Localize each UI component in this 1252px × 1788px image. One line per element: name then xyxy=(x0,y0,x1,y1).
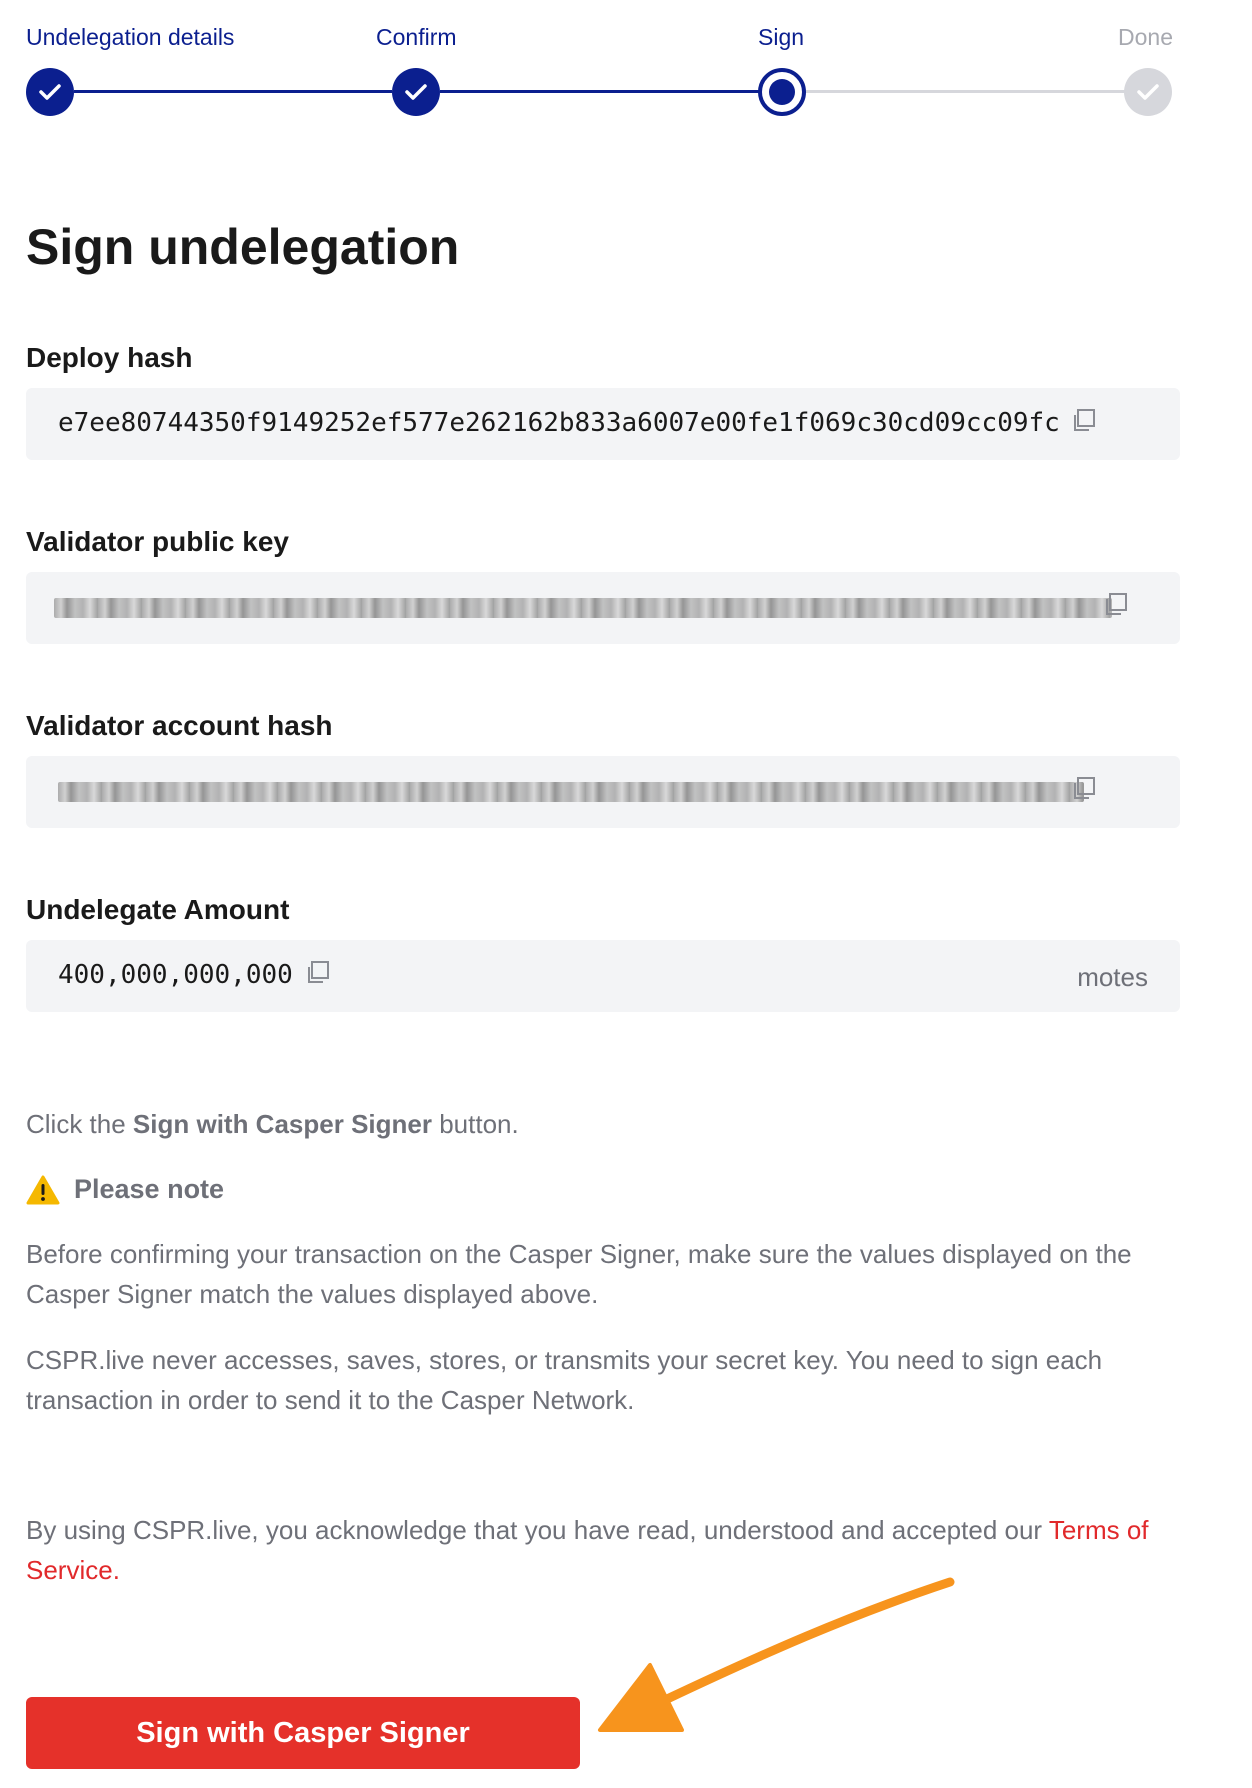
step-done-check-icon xyxy=(1124,68,1172,116)
validator-public-key-field xyxy=(26,572,1180,644)
annotation-arrow-icon xyxy=(598,1577,955,1732)
step-connector-1 xyxy=(74,90,392,93)
step-label-confirm: Confirm xyxy=(376,24,457,50)
sign-with-casper-signer-button[interactable]: Sign with Casper Signer xyxy=(26,1697,580,1769)
warning-icon xyxy=(26,1175,60,1204)
redacted-public-key xyxy=(54,598,1112,618)
deploy-hash-value: e7ee80744350f9149252ef577e262162b833a600… xyxy=(58,408,1060,438)
note-paragraph-verify: Before confirming your transaction on th… xyxy=(26,1239,1132,1309)
note-paragraph-security: CSPR.live never accesses, saves, stores,… xyxy=(26,1345,1103,1415)
deploy-hash-field: e7ee80744350f9149252ef577e262162b833a600… xyxy=(26,388,1180,460)
undelegate-amount-label: Undelegate Amount xyxy=(26,894,290,925)
copy-icon[interactable] xyxy=(1102,592,1128,618)
step-label-undelegation-details: Undelegation details xyxy=(26,24,235,50)
validator-account-hash-label: Validator account hash xyxy=(26,710,333,741)
step-label-sign: Sign xyxy=(758,24,805,50)
step-connector-3 xyxy=(806,90,1128,93)
copy-icon[interactable] xyxy=(1070,408,1096,434)
progress-stepper: Undelegation details Confirm Sign Done xyxy=(0,0,1252,140)
please-note-title: Please note xyxy=(74,1174,225,1204)
amount-unit: motes xyxy=(1077,962,1148,992)
instruction-text: Click the Sign with Casper Signer button… xyxy=(26,1109,519,1139)
step-confirm-check-icon xyxy=(392,68,440,116)
copy-icon[interactable] xyxy=(304,960,330,986)
deploy-hash-label: Deploy hash xyxy=(26,342,193,373)
validator-public-key-label: Validator public key xyxy=(26,526,289,557)
step-label-done: Done xyxy=(1118,24,1173,50)
redacted-account-hash xyxy=(58,782,1084,802)
copy-icon[interactable] xyxy=(1070,776,1096,802)
step-undelegation-details-check-icon xyxy=(26,68,74,116)
step-sign-current-icon xyxy=(758,68,806,116)
step-connector-2 xyxy=(440,90,762,93)
undelegate-amount-field: 400,000,000,000 motes xyxy=(26,940,1180,1012)
validator-account-hash-field xyxy=(26,756,1180,828)
please-note-heading: Please note xyxy=(26,1174,224,1205)
page-title: Sign undelegation xyxy=(26,219,460,275)
undelegate-amount-value: 400,000,000,000 xyxy=(58,960,293,990)
